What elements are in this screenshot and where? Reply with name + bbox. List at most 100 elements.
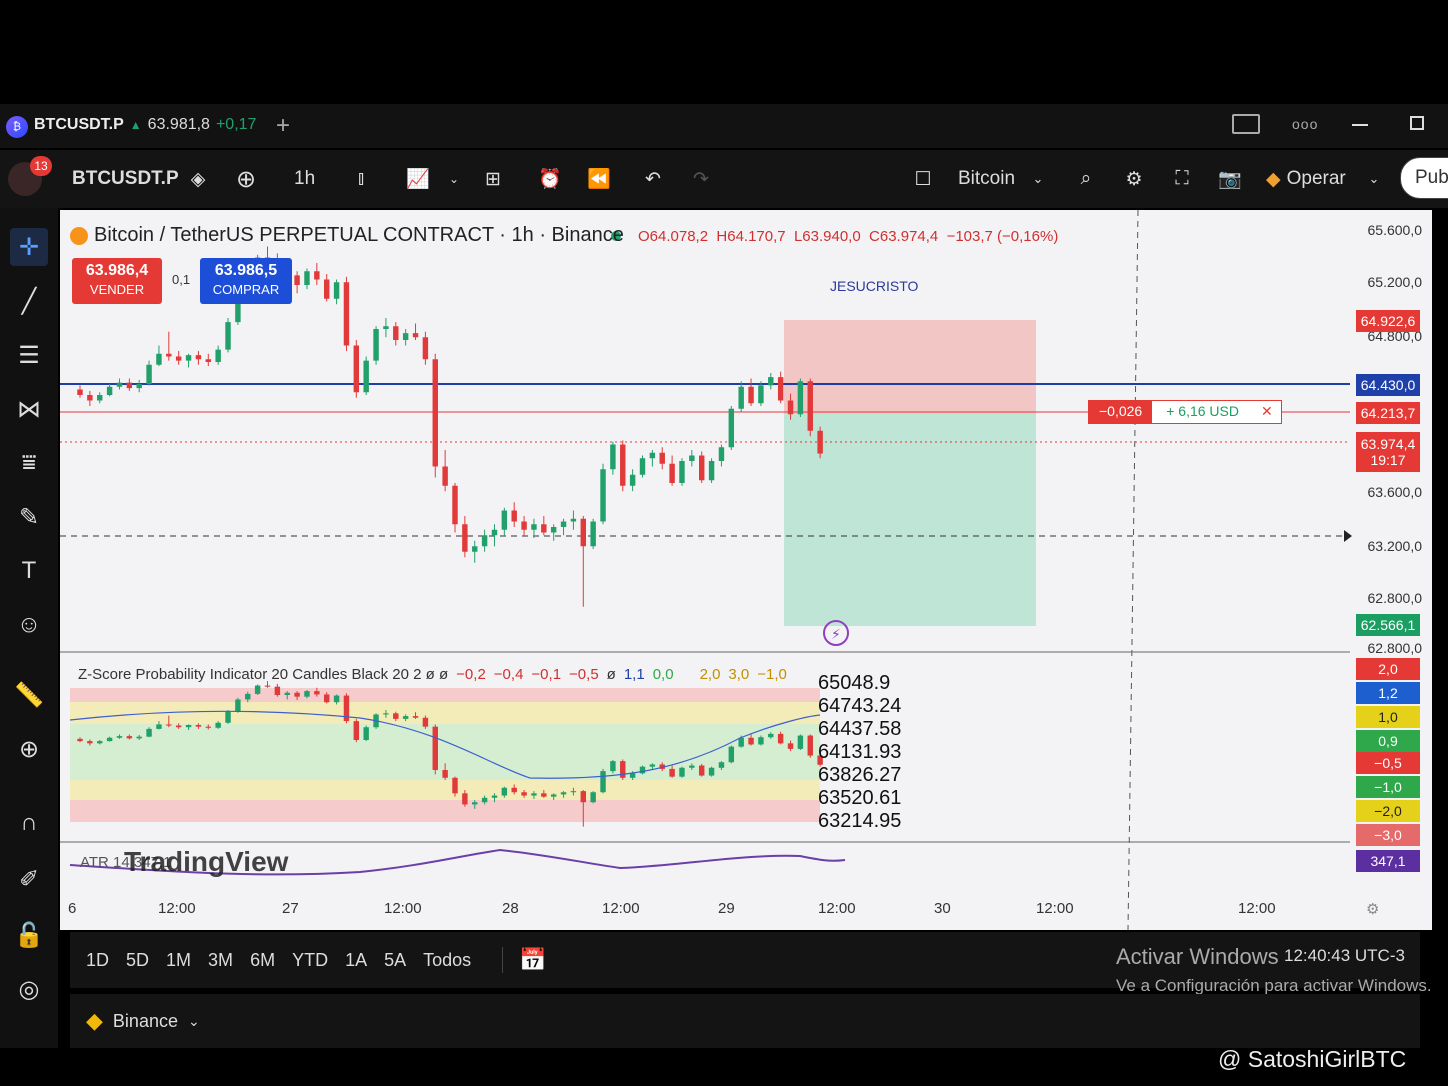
countdown-value: 19:17	[1370, 452, 1406, 468]
layout-name[interactable]: Bitcoin	[958, 159, 1015, 199]
range-1d[interactable]: 1D	[86, 950, 109, 971]
undo-icon[interactable]: ↶	[640, 159, 666, 199]
range-ytd[interactable]: YTD	[292, 950, 328, 971]
ruler-icon[interactable]: 📏	[10, 676, 48, 714]
price-tick: 63.600,0	[1367, 484, 1423, 500]
fib-lines-icon[interactable]: ☰	[10, 336, 48, 374]
axis-settings-icon[interactable]: ⚙	[1366, 900, 1379, 918]
visibility-icon[interactable]: ◎	[10, 970, 48, 1008]
candle-body	[521, 521, 527, 530]
candle-body	[116, 736, 123, 738]
buy-button[interactable]: 63.986,5 COMPRAR	[200, 258, 292, 304]
stop-loss-zone[interactable]	[784, 320, 1036, 414]
pattern-icon[interactable]: ⋈	[10, 390, 48, 428]
trade-button[interactable]: ◆ Operar	[1266, 159, 1346, 199]
more-icon[interactable]: ooo	[1292, 116, 1318, 132]
layout-chevron-icon[interactable]: ⌄	[1030, 159, 1046, 199]
range-3m[interactable]: 3M	[208, 950, 233, 971]
zscore-level: 64743.24	[818, 695, 902, 717]
chart-canvas[interactable]: ⚡	[60, 210, 1432, 930]
candle-body	[205, 726, 212, 728]
spread-value: 0,1	[172, 272, 191, 287]
zoom-icon[interactable]: ⊕	[10, 730, 48, 768]
time-tick: 29	[718, 900, 735, 917]
time-tick: 12:00	[818, 900, 856, 917]
candle-body	[254, 685, 261, 694]
candle-body	[669, 768, 675, 777]
range-1m[interactable]: 1M	[166, 950, 191, 971]
diamond-icon[interactable]: ◈	[186, 159, 210, 199]
settings-gear-icon[interactable]: ⚙	[1120, 159, 1148, 199]
candle-body	[215, 349, 221, 362]
templates-icon[interactable]: ⊞	[480, 159, 506, 199]
svg-text:⚡: ⚡	[831, 627, 841, 643]
position-widget[interactable]: −0,026 + 6,16 USD ✕	[1088, 400, 1282, 424]
zscore-axis-tag: −3,0	[1356, 824, 1420, 846]
symbol-tab[interactable]: BTCUSDT.P ▲ 63.981,8 +0,17	[34, 116, 256, 134]
lock-drawing-icon[interactable]: ✐	[10, 860, 48, 898]
candle-body	[402, 716, 409, 719]
candles-icon[interactable]: ⫾	[348, 159, 374, 199]
zscore-axis-tag: 1,2	[1356, 682, 1420, 704]
lock-icon[interactable]: 🔓	[10, 916, 48, 954]
range-all[interactable]: Todos	[423, 950, 471, 971]
candle-body	[758, 385, 764, 404]
camera-icon[interactable]: 📷	[1216, 159, 1244, 199]
publish-button[interactable]: Publ	[1400, 157, 1448, 199]
legend-title[interactable]: Bitcoin / TetherUS PERPETUAL CONTRACT · …	[94, 224, 624, 247]
trade-chevron-icon[interactable]: ⌄	[1366, 159, 1382, 199]
tab-change: +0,17	[215, 116, 257, 133]
range-1a[interactable]: 1A	[345, 950, 367, 971]
indicator-legend[interactable]: Z-Score Probability Indicator 20 Candles…	[78, 666, 787, 683]
candle-body	[689, 765, 695, 768]
redo-icon[interactable]: ↷	[688, 159, 714, 199]
candle-body	[304, 271, 310, 285]
zscore-axis-tag: −2,0	[1356, 800, 1420, 822]
forecast-icon[interactable]: ⩸	[10, 444, 48, 482]
candle-body	[738, 737, 744, 747]
symbol-search-button[interactable]: BTCUSDT.P	[72, 159, 179, 199]
range-6m[interactable]: 6M	[250, 950, 275, 971]
exchange-chevron-icon[interactable]: ⌄	[188, 1013, 200, 1030]
minimize-icon[interactable]	[1352, 124, 1368, 126]
layout-square-icon[interactable]: ☐	[910, 159, 936, 199]
price-axis[interactable]: 65.600,0 65.200,0 64.800,0 63.600,0 63.2…	[1348, 210, 1432, 930]
candle-body	[166, 353, 172, 357]
emoji-icon[interactable]: ☺	[10, 606, 48, 644]
crosshair-icon[interactable]: ✛	[10, 228, 48, 266]
clock[interactable]: 12:40:43 UTC-3	[1284, 946, 1405, 966]
zscore-level: 64437.58	[818, 718, 902, 740]
fullscreen-icon[interactable]: ⛶	[1168, 159, 1196, 199]
chart-annotation-text[interactable]: JESUCRISTO	[830, 278, 918, 294]
candle-body	[560, 792, 567, 795]
candle-body	[807, 735, 813, 756]
candle-body	[531, 793, 537, 796]
replay-icon[interactable]: ⏪	[586, 159, 612, 199]
text-icon[interactable]: T	[10, 552, 48, 590]
candle-body	[748, 386, 754, 404]
range-5d[interactable]: 5D	[126, 950, 149, 971]
magnet-icon[interactable]: ∩	[10, 804, 48, 842]
exchange-name[interactable]: Binance	[113, 1011, 178, 1032]
monitor-icon[interactable]	[1232, 114, 1260, 134]
range-5a[interactable]: 5A	[384, 950, 406, 971]
new-tab-plus-icon[interactable]: +	[276, 112, 290, 140]
time-axis[interactable]: 6 12:00 27 12:00 28 12:00 29 12:00 30 12…	[60, 900, 1432, 924]
quick-search-icon[interactable]: ⌕	[1072, 159, 1100, 199]
brush-icon[interactable]: ✎	[10, 498, 48, 536]
chevron-down-icon[interactable]: ⌄	[446, 159, 462, 199]
alert-icon[interactable]: ⏰	[536, 159, 564, 199]
restore-icon[interactable]	[1410, 116, 1424, 130]
sell-button[interactable]: 63.986,4 VENDER	[72, 258, 162, 304]
candle-body	[817, 430, 823, 454]
chart-area[interactable]: ⚡ Bitcoin / TetherUS PERPETUAL CONTRACT …	[60, 210, 1432, 930]
indicators-icon[interactable]: 📈	[404, 159, 432, 199]
trendline-icon[interactable]: ╱	[10, 282, 48, 320]
close-position-icon[interactable]: ✕	[1253, 401, 1281, 423]
position-qty: −0,026	[1089, 401, 1153, 423]
compare-add-icon[interactable]: ⊕	[232, 159, 260, 199]
interval-button[interactable]: 1h	[294, 159, 315, 199]
candle-body	[363, 360, 369, 393]
candle-body	[106, 737, 113, 742]
calendar-icon[interactable]: 📅	[502, 947, 547, 973]
